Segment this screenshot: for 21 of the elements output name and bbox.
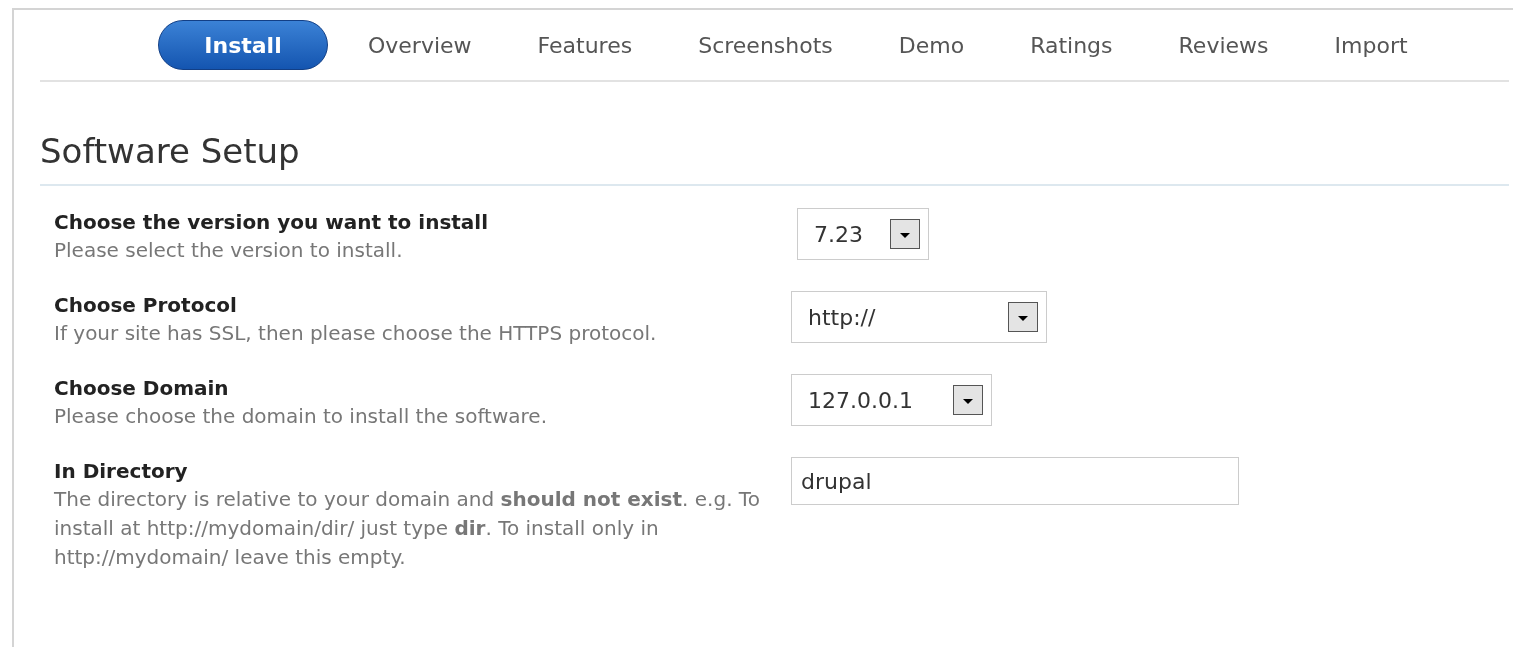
tab[interactable]: Import — [1301, 20, 1441, 70]
tab[interactable]: Demo — [865, 20, 998, 70]
select-field[interactable]: 127.0.0.1 — [791, 374, 992, 426]
field-label: Choose the version you want to install — [54, 209, 490, 236]
tab[interactable]: Overview — [335, 20, 505, 70]
tab[interactable]: Reviews — [1145, 20, 1302, 70]
directory-input[interactable]: drupal — [791, 457, 1239, 505]
tab[interactable]: Screenshots — [665, 20, 866, 70]
field-description: If your site has SSL, then please choose the HTTPS protocol. — [54, 320, 658, 347]
field-description: Please choose the domain to install the software. — [54, 403, 548, 430]
select-field[interactable]: http:// — [791, 291, 1047, 343]
tab[interactable]: Features — [504, 20, 666, 70]
tab[interactable]: Install — [158, 20, 328, 70]
tab[interactable]: Ratings — [997, 20, 1146, 70]
section-heading: Software Setup — [40, 130, 301, 173]
field-description: The directory is relative to your domain and should not exist. e.g. To install at http://mydomain/dir/ just type dir. To install only in http://mydomain/ leave this empty. — [54, 486, 761, 571]
select-field[interactable]: 7.23 — [797, 208, 929, 260]
field-description: Please select the version to install. — [54, 237, 404, 264]
field-label: In Directory — [54, 458, 189, 485]
field-label: Choose Domain — [54, 375, 230, 402]
field-label: Choose Protocol — [54, 292, 238, 319]
